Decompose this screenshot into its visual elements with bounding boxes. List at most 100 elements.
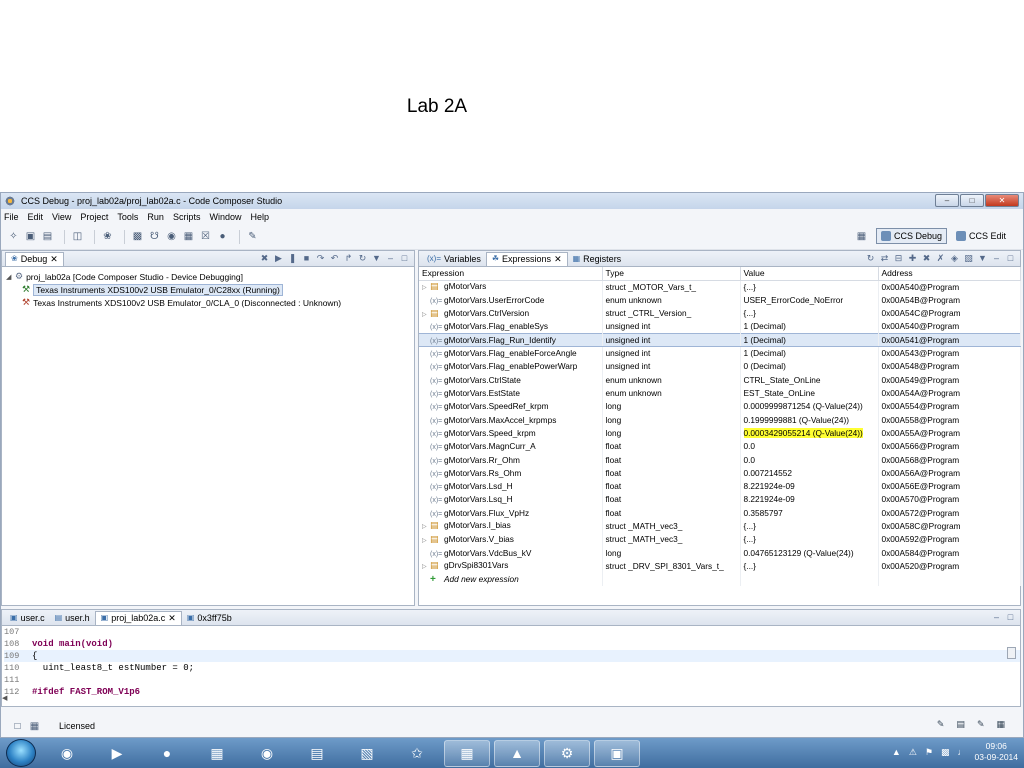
collapse-arrow-icon[interactable]: ◢ xyxy=(6,273,15,281)
minimize-view-icon[interactable]: – xyxy=(991,611,1002,623)
column-expression[interactable]: Expression xyxy=(419,267,603,281)
menu-view[interactable]: View xyxy=(52,212,71,222)
maximize-view-icon[interactable]: □ xyxy=(1005,252,1016,264)
continuous-refresh-icon[interactable]: ☒ xyxy=(199,230,212,243)
cell-value[interactable]: 1 (Decimal) xyxy=(740,319,879,334)
pin-icon[interactable]: ▧ xyxy=(963,252,974,264)
start-button[interactable] xyxy=(6,739,36,767)
close-tab-icon[interactable]: ✕ xyxy=(554,252,562,266)
step-over-icon[interactable]: ↶ xyxy=(329,252,340,264)
table-row[interactable]: (x)= gMotorVars.Flux_VpHz float 0.3585797 0x… xyxy=(419,506,1021,520)
add-expression-row[interactable]: + Add new expression xyxy=(419,572,1021,586)
resume-icon[interactable]: ▶ xyxy=(273,252,284,264)
compass-icon[interactable]: ✩ xyxy=(394,740,440,767)
horizontal-scrollbar[interactable]: ◀ xyxy=(2,694,1002,704)
minimize-view-icon[interactable]: – xyxy=(991,252,1002,264)
table-row[interactable]: (x)= gMotorVars.UserErrorCode enum unknown… xyxy=(419,293,1021,307)
file-explorer-icon[interactable]: ▦ xyxy=(194,740,240,767)
table-row[interactable]: (x)= gMotorVars.SpeedRef_krpm long 0.000999… xyxy=(419,399,1021,413)
terminate-icon[interactable]: ■ xyxy=(301,252,312,264)
show-type-names-icon[interactable]: ⇄ xyxy=(879,252,890,264)
fast-view-icon[interactable]: □ xyxy=(11,720,24,733)
tree-item-cla[interactable]: ⚒ Texas Instruments XDS100v2 USB Emulato… xyxy=(6,296,410,309)
connect-icon[interactable]: ☋ xyxy=(148,230,161,243)
tab-variables[interactable]: (x)= Variables xyxy=(422,252,486,266)
close-button[interactable]: ✕ xyxy=(985,194,1019,207)
cell-value[interactable]: 0.0 xyxy=(740,439,879,453)
suspend-icon[interactable]: ❚ xyxy=(287,252,298,264)
expand-arrow-icon[interactable]: ▷ xyxy=(422,284,430,291)
table-row[interactable]: (x)= gMotorVars.Flag_enablePowerWarp unsig… xyxy=(419,359,1021,374)
expand-arrow-icon[interactable]: ▷ xyxy=(422,523,430,530)
menu-file[interactable]: File xyxy=(4,212,19,222)
tab-expressions[interactable]: ☘ Expressions ✕ xyxy=(485,251,568,266)
remove-expression-icon[interactable]: ✖ xyxy=(921,252,932,264)
view-menu-icon[interactable]: ▼ xyxy=(977,252,988,264)
status-edit-icon[interactable]: ✎ xyxy=(937,719,945,730)
table-row[interactable]: ▷ ▤ gMotorVars.V_bias struct _MATH_vec3_ {..… xyxy=(419,532,1021,546)
pencil-icon[interactable]: ✎ xyxy=(246,230,259,243)
cell-value[interactable]: {...} xyxy=(740,519,879,533)
save-all-icon[interactable]: ▤ xyxy=(41,230,54,243)
menu-project[interactable]: Project xyxy=(80,212,108,222)
perspective-ccs-debug[interactable]: CCS Debug xyxy=(875,228,947,244)
cell-add-expression[interactable]: + Add new expression xyxy=(419,572,603,586)
view-menu-icon[interactable]: ▼ xyxy=(371,252,382,264)
cell-value[interactable]: 0.0003429055214 (Q-Value(24)) xyxy=(740,426,879,440)
firefox-icon[interactable]: ◉ xyxy=(244,740,290,767)
tree-item-c28xx[interactable]: ⚒ Texas Instruments XDS100v2 USB Emulato… xyxy=(6,283,410,296)
calculator-icon[interactable]: ▧ xyxy=(344,740,390,767)
excel-icon[interactable]: ▦ xyxy=(444,739,490,767)
remove-terminated-icon[interactable]: ✖ xyxy=(259,252,270,264)
table-row[interactable]: (x)= gMotorVars.MagnCurr_A float 0.0 0x00A56… xyxy=(419,439,1021,453)
table-row[interactable]: (x)= gMotorVars.Lsd_H float 8.221924e-09 0x0… xyxy=(419,479,1021,493)
expand-arrow-icon[interactable]: ▷ xyxy=(422,537,430,544)
table-row[interactable]: (x)= gMotorVars.CtrlState enum unknown CTRL… xyxy=(419,373,1021,387)
tab-registers[interactable]: ▦ Registers xyxy=(568,252,627,266)
menu-scripts[interactable]: Scripts xyxy=(173,212,201,222)
show-hidden-icons-icon[interactable]: ▲ xyxy=(892,747,901,757)
status-pen-icon[interactable]: ✎ xyxy=(977,719,985,730)
save-icon[interactable]: ▣ xyxy=(24,230,37,243)
tab-debug[interactable]: ❀ Debug ✕ xyxy=(5,251,64,266)
cell-value[interactable]: 0 (Decimal) xyxy=(740,359,879,374)
network-icon[interactable]: ▩ xyxy=(941,747,950,758)
tab-user-h[interactable]: ▤ user.h xyxy=(50,611,95,625)
volume-icon[interactable]: ♩ xyxy=(958,747,967,757)
table-row[interactable]: (x)= gMotorVars.Rr_Ohm float 0.0 0x00A568@Pr… xyxy=(419,452,1021,467)
cell-value[interactable]: 8.221924e-09 xyxy=(740,492,879,507)
cell-value[interactable]: 0.04765123129 (Q-Value(24)) xyxy=(740,545,879,560)
minimize-button[interactable]: – xyxy=(935,194,959,207)
tab-proj-lab02a-c[interactable]: ▣ proj_lab02a.c ✕ xyxy=(94,610,182,625)
cell-value[interactable]: USER_ErrorCode_NoError xyxy=(740,293,879,307)
menu-tools[interactable]: Tools xyxy=(117,212,138,222)
ccs-icon[interactable]: ⚙ xyxy=(544,739,590,767)
clock[interactable]: 09:06 03-09-2014 xyxy=(975,741,1018,763)
cell-value[interactable]: 0.0 xyxy=(740,452,879,467)
menu-run[interactable]: Run xyxy=(147,212,164,222)
table-row[interactable]: (x)= gMotorVars.Speed_krpm long 0.000342905… xyxy=(419,426,1021,440)
cell-value[interactable]: 0.3585797 xyxy=(740,506,879,520)
expand-arrow-icon[interactable]: ▷ xyxy=(422,563,430,570)
table-row[interactable]: (x)= gMotorVars.Lsq_H float 8.221924e-09 0x0… xyxy=(419,492,1021,507)
internet-explorer-icon[interactable]: ◉ xyxy=(44,740,90,767)
remove-all-icon[interactable]: ✗ xyxy=(935,252,946,264)
reset-icon[interactable]: ↻ xyxy=(357,252,368,264)
new-icon[interactable]: ✧ xyxy=(7,230,20,243)
tree-item-project[interactable]: ◢ ⚙ proj_lab02a [Code Composer Studio - … xyxy=(6,270,410,283)
column-type[interactable]: Type xyxy=(602,267,741,281)
refresh-icon[interactable]: ↻ xyxy=(865,252,876,264)
table-row[interactable]: (x)= gMotorVars.EstState enum unknown EST_S… xyxy=(419,386,1021,400)
table-row[interactable]: ▷ ▤ gMotorVars struct _MOTOR_Vars_t_ {...} 0x… xyxy=(419,280,1021,294)
cell-value[interactable]: EST_State_OnLine xyxy=(740,386,879,400)
column-address[interactable]: Address xyxy=(878,267,1021,281)
cell-value[interactable]: CTRL_State_OnLine xyxy=(740,373,879,387)
step-into-icon[interactable]: ↷ xyxy=(315,252,326,264)
cell-value[interactable]: {...} xyxy=(740,532,879,546)
table-row[interactable]: ▷ ▤ gMotorVars.I_bias struct _MATH_vec3_ {..… xyxy=(419,519,1021,533)
vertical-scrollbar[interactable] xyxy=(1007,647,1016,659)
open-perspective-icon[interactable]: ▦ xyxy=(855,230,868,243)
collapse-all-icon[interactable]: ⊟ xyxy=(893,252,904,264)
debug-icon[interactable]: ❀ xyxy=(101,230,114,243)
menu-window[interactable]: Window xyxy=(209,212,241,222)
